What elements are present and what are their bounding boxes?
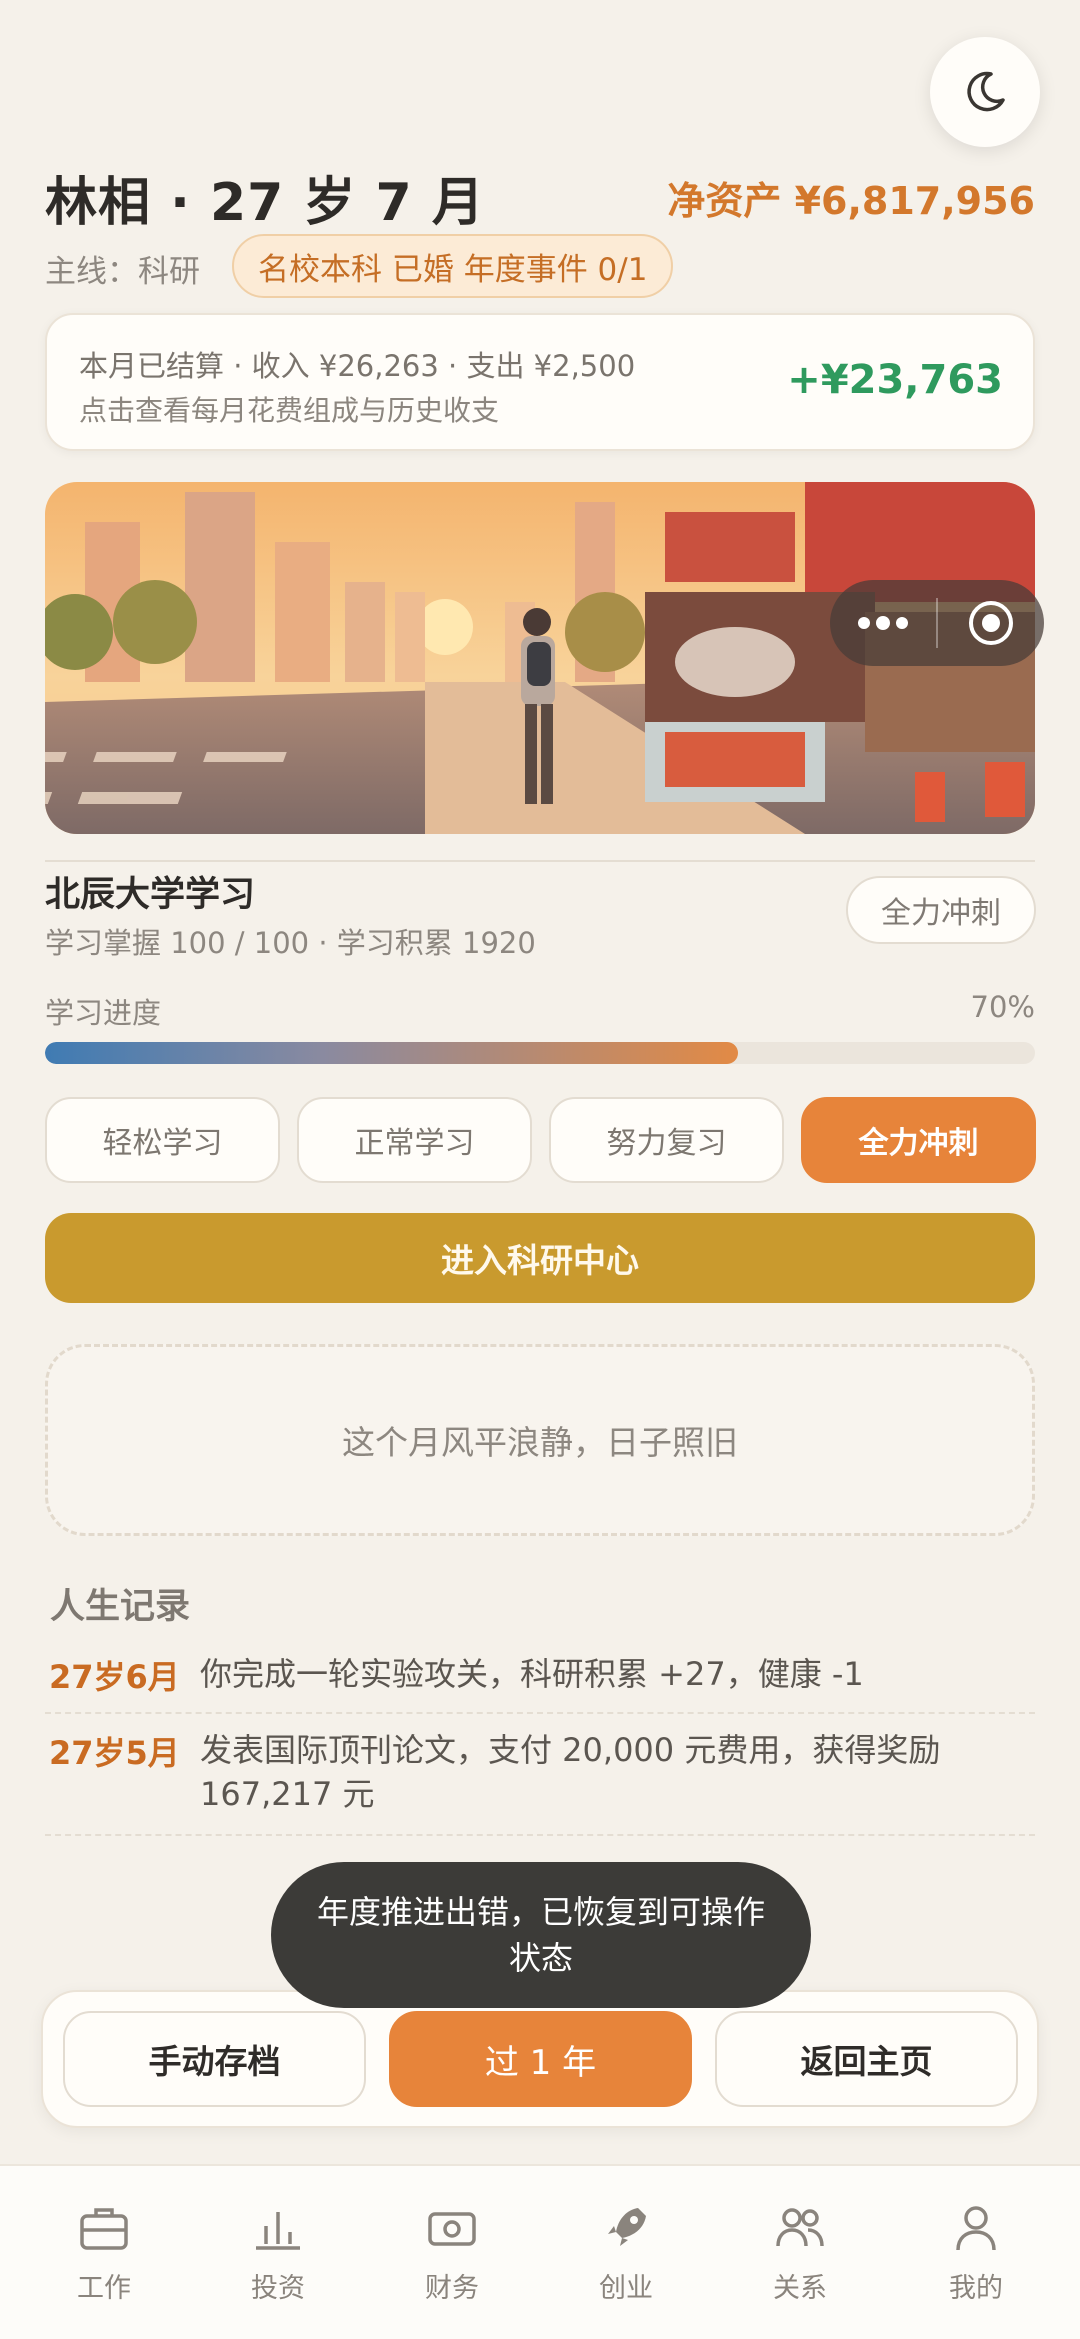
study-progress-bar	[45, 1042, 1035, 1064]
progress-fill	[45, 1042, 738, 1064]
records-title: 人生记录	[50, 1587, 191, 1627]
monthly-settlement-card[interactable]: 本月已结算 · 收入 ¥26,263 · 支出 ¥2,500 点击查看每月花费组…	[45, 313, 1035, 451]
person-icon	[956, 2206, 996, 2251]
nav-item-relations[interactable]: 关系	[720, 2200, 880, 2310]
moon-icon	[967, 71, 1005, 112]
nav-item-invest[interactable]: 投资	[198, 2200, 358, 2310]
mainline-label: 主线：科研	[45, 254, 200, 290]
study-option-relaxed[interactable]: 轻松学习	[45, 1097, 280, 1183]
nav-label: 创业	[599, 2273, 653, 2304]
rocket-icon	[608, 2208, 646, 2246]
enter-research-center-button[interactable]: 进入科研中心	[45, 1213, 1035, 1303]
advance-year-button[interactable]: 过 1 年	[389, 2011, 692, 2107]
study-option-sprint[interactable]: 全力冲刺	[801, 1097, 1036, 1183]
cash-icon	[428, 2212, 476, 2246]
event-text: 这个月风平浪静，日子照旧	[342, 1423, 738, 1462]
nav-item-finance[interactable]: 财务	[372, 2200, 532, 2310]
error-toast: 年度推进出错，已恢复到可操作状态	[271, 1862, 811, 2008]
current-mode-chip: 全力冲刺	[846, 876, 1036, 944]
study-option-review[interactable]: 努力复习	[549, 1097, 784, 1183]
study-option-normal[interactable]: 正常学习	[297, 1097, 532, 1183]
theme-toggle-button[interactable]	[930, 37, 1040, 147]
record-item: 27岁5月 发表国际顶刊论文，支付 20,000 元费用，获得奖励 167,21…	[45, 1728, 1035, 1836]
target-icon	[969, 601, 1013, 645]
nav-label: 工作	[77, 2273, 131, 2304]
settlement-summary: 本月已结算 · 收入 ¥26,263 · 支出 ¥2,500	[79, 349, 636, 383]
nav-label: 财务	[425, 2273, 479, 2304]
nav-label: 我的	[949, 2273, 1003, 2304]
nav-item-work[interactable]: 工作	[24, 2200, 184, 2310]
study-title: 北辰大学学习	[45, 875, 256, 915]
divider	[45, 860, 1035, 862]
bar-chart-icon	[256, 2212, 300, 2250]
record-age: 27岁5月	[49, 1734, 180, 1772]
return-home-button[interactable]: 返回主页	[715, 2011, 1018, 2107]
status-tags-badge: 名校本科 已婚 年度事件 0/1	[232, 234, 674, 298]
record-age: 27岁6月	[49, 1658, 180, 1696]
target-button[interactable]	[938, 580, 1044, 666]
net-worth: 净资产 ¥6,817,956	[667, 179, 1035, 223]
more-button[interactable]	[830, 580, 936, 666]
study-stats: 学习掌握 100 / 100 · 学习积累 1920	[45, 926, 536, 960]
settlement-net-amount: +¥23,763	[787, 357, 1003, 403]
nav-label: 投资	[251, 2273, 305, 2304]
settlement-hint: 点击查看每月花费组成与历史收支	[79, 394, 500, 427]
people-icon	[776, 2208, 824, 2247]
nav-item-profile[interactable]: 我的	[896, 2200, 1056, 2310]
manual-save-button[interactable]: 手动存档	[63, 2011, 366, 2107]
record-item: 27岁6月 你完成一轮实验攻关，科研积累 +27，健康 -1	[45, 1652, 1035, 1714]
progress-label: 学习进度	[45, 996, 162, 1030]
briefcase-icon	[80, 2208, 128, 2250]
more-dots-icon	[858, 616, 908, 630]
character-title: 林相 · 27 岁 7 月	[45, 173, 485, 233]
record-text: 发表国际顶刊论文，支付 20,000 元费用，获得奖励 167,217 元	[200, 1731, 941, 1813]
record-text: 你完成一轮实验攻关，科研积累 +27，健康 -1	[200, 1655, 864, 1693]
nav-label: 关系	[773, 2273, 827, 2304]
progress-percent: 70%	[970, 990, 1035, 1024]
scene-controls	[830, 580, 1044, 666]
monthly-event-box: 这个月风平浪静，日子照旧	[45, 1344, 1035, 1536]
nav-item-startup[interactable]: 创业	[546, 2200, 706, 2310]
